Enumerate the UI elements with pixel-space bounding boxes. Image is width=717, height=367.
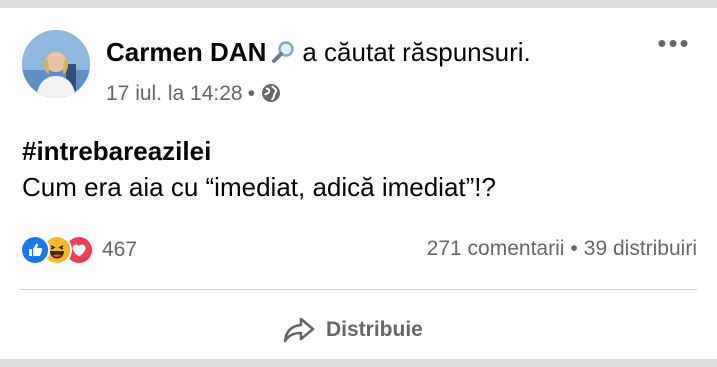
post-text: Cum era aia cu “imediat, adică imediat”!… [22, 172, 496, 202]
post-stats: 271 comentarii • 39 distribuiri [427, 237, 697, 261]
reactions-summary[interactable]: 467 [20, 235, 137, 265]
globe-icon[interactable] [261, 83, 281, 103]
post-timestamp[interactable]: 17 iul. la 14:28 [106, 82, 243, 105]
post-header: Carmen DAN a căutat răspunsuri. [106, 36, 531, 68]
share-label: Distribuie [326, 318, 423, 341]
magnifying-glass-icon [270, 39, 298, 63]
reaction-count: 467 [102, 238, 138, 261]
divider [20, 289, 697, 290]
share-button[interactable]: Distribuie [282, 310, 423, 350]
post-hashtag[interactable]: #intrebareazilei [22, 134, 211, 168]
like-icon [20, 235, 50, 265]
meta-separator: • [247, 82, 255, 105]
comments-count[interactable]: 271 comentarii [427, 237, 565, 260]
stats-separator: • [570, 237, 578, 260]
post-card: Carmen DAN a căutat răspunsuri. ••• 17 i… [0, 8, 717, 359]
post-meta: 17 iul. la 14:28 • [106, 80, 281, 108]
share-icon [283, 317, 315, 343]
author-name[interactable]: Carmen DAN [106, 37, 266, 67]
activity-text: a căutat răspunsuri. [302, 37, 531, 67]
shares-count[interactable]: 39 distribuiri [584, 237, 697, 260]
avatar[interactable] [22, 30, 90, 98]
more-options-button[interactable]: ••• [652, 30, 696, 64]
